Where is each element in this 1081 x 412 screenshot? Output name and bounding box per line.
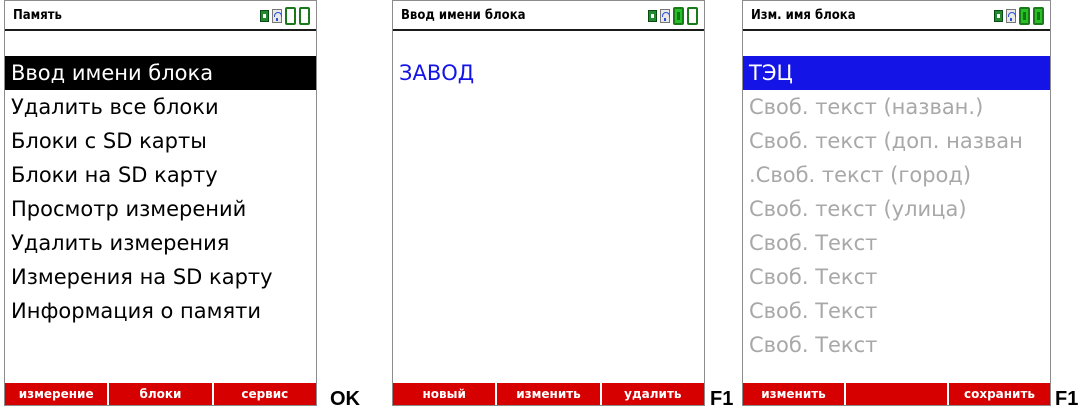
status-icons [994, 6, 1044, 26]
field-name-value[interactable]: ТЭЦ [743, 56, 1050, 90]
power-plug-icon [994, 10, 1003, 22]
screen-title: Память [13, 8, 62, 23]
softkey-delete[interactable]: удалить [602, 383, 704, 405]
menu-list: ТЭЦ Своб. текст (назван.) Своб. текст (д… [743, 56, 1050, 362]
softkey-blocks[interactable]: блоки [109, 383, 214, 405]
battery-full-icon [1033, 7, 1044, 25]
softkey-bar: измерение блоки сервис [5, 383, 316, 405]
battery-empty-icon [299, 7, 310, 25]
power-plug-icon [260, 10, 269, 22]
edit-block-name-screen: Изм. имя блока ТЭЦ Своб. текст (назван.)… [742, 0, 1051, 406]
screen-title: Ввод имени блока [401, 8, 526, 23]
softkey-bar: изменить сохранить [743, 383, 1050, 405]
wireless-icon [272, 9, 282, 23]
softkey-save[interactable]: сохранить [949, 383, 1050, 405]
battery-empty-icon [285, 7, 296, 25]
memory-menu-screen: Память Ввод имени блока Удалить все блок… [4, 0, 317, 406]
menu-item-delete-measurements[interactable]: Удалить измерения [5, 226, 316, 260]
menu-item-memory-info[interactable]: Информация о памяти [5, 294, 316, 328]
key-ok-label: OK [330, 388, 360, 410]
field-free-text[interactable]: Своб. Текст [743, 226, 1050, 260]
field-free-text-street[interactable]: Своб. текст (улица) [743, 192, 1050, 226]
menu-list: Ввод имени блока Удалить все блоки Блоки… [5, 56, 316, 328]
field-free-text-city[interactable]: .Своб. текст (город) [743, 158, 1050, 192]
softkey-new[interactable]: новый [393, 383, 498, 405]
key-f1-label: F1 [1055, 388, 1079, 410]
power-plug-icon [648, 10, 657, 22]
title-bar: Изм. имя блока [743, 1, 1050, 31]
softkey-service[interactable]: сервис [214, 383, 316, 405]
key-f1-label: F1 [710, 388, 734, 410]
softkey-measurement[interactable]: измерение [5, 383, 110, 405]
battery-full-icon [1019, 7, 1030, 25]
battery-empty-icon [687, 7, 698, 25]
menu-item-measurements-to-sd[interactable]: Измерения на SD карту [5, 260, 316, 294]
screen-title: Изм. имя блока [751, 8, 856, 23]
field-free-text-additional-name[interactable]: Своб. текст (доп. назван [743, 124, 1050, 158]
title-bar: Память [5, 1, 316, 31]
softkey-edit[interactable]: изменить [743, 383, 846, 405]
status-icons [648, 6, 698, 26]
menu-item-block-name-entry[interactable]: Ввод имени блока [5, 56, 316, 90]
softkey-bar: новый изменить удалить [393, 383, 704, 405]
menu-item-delete-all-blocks[interactable]: Удалить все блоки [5, 90, 316, 124]
block-name-entry-screen: Ввод имени блока ЗАВОД новый изменить уд… [392, 0, 705, 406]
softkey-edit[interactable]: изменить [497, 383, 602, 405]
softkey-empty [846, 383, 949, 405]
field-free-text-name[interactable]: Своб. текст (назван.) [743, 90, 1050, 124]
field-free-text[interactable]: Своб. Текст [743, 328, 1050, 362]
block-name-value[interactable]: ЗАВОД [393, 56, 704, 90]
battery-full-icon [673, 7, 684, 25]
menu-item-view-measurements[interactable]: Просмотр измерений [5, 192, 316, 226]
field-free-text[interactable]: Своб. Текст [743, 260, 1050, 294]
wireless-icon [1006, 9, 1016, 23]
title-bar: Ввод имени блока [393, 1, 704, 31]
wireless-icon [660, 9, 670, 23]
menu-item-blocks-to-sd[interactable]: Блоки на SD карту [5, 158, 316, 192]
menu-list: ЗАВОД [393, 56, 704, 90]
status-icons [260, 6, 310, 26]
field-free-text[interactable]: Своб. Текст [743, 294, 1050, 328]
menu-item-blocks-from-sd[interactable]: Блоки с SD карты [5, 124, 316, 158]
